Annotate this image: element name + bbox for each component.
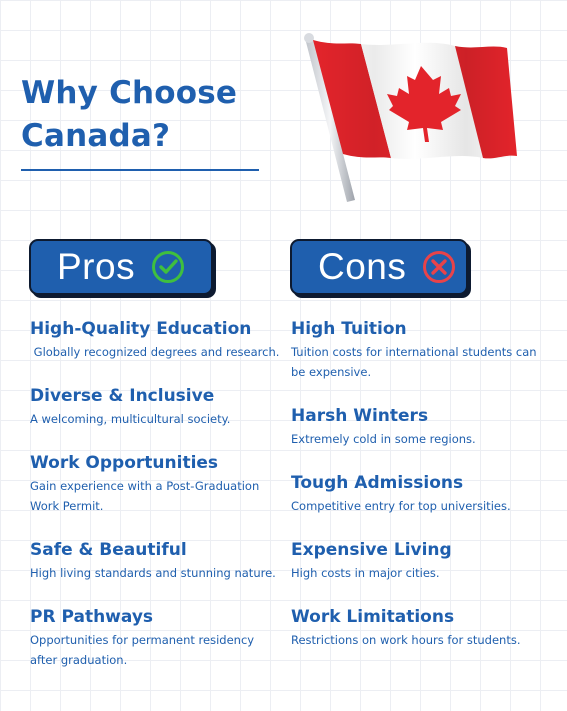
item-title: Work Limitations bbox=[291, 607, 455, 627]
pros-label: Pros bbox=[57, 246, 136, 287]
item-title: Safe & Beautiful bbox=[30, 540, 187, 560]
cons-item-work-limits: Work Limitations Restrictions on work ho… bbox=[291, 606, 541, 650]
item-description: Opportunities for permanent residency af… bbox=[30, 633, 258, 667]
item-title: Diverse & Inclusive bbox=[30, 386, 215, 406]
page-title: Why Choose Canada? bbox=[21, 72, 237, 158]
item-description: Extremely cold in some regions. bbox=[291, 432, 476, 446]
item-description: Tuition costs for international students… bbox=[291, 345, 541, 379]
cons-item-living: Expensive Living High costs in major cit… bbox=[291, 539, 541, 583]
x-circle-icon bbox=[423, 251, 456, 283]
item-description: A welcoming, multicultural society. bbox=[30, 412, 231, 426]
check-circle-icon bbox=[152, 251, 185, 283]
cons-item-admissions: Tough Admissions Competitive entry for t… bbox=[291, 472, 541, 516]
pros-item-education: High-Quality Education Globally recogniz… bbox=[30, 318, 280, 362]
canada-flag-icon bbox=[304, 33, 517, 202]
item-description: Restrictions on work hours for students. bbox=[291, 633, 521, 647]
cons-list: High Tuition Tuition costs for internati… bbox=[291, 318, 541, 673]
pros-item-safety: Safe & Beautiful High living standards a… bbox=[30, 539, 280, 583]
item-description: Gain experience with a Post-Graduation W… bbox=[30, 479, 263, 513]
pros-item-pr: PR Pathways Opportunities for permanent … bbox=[30, 606, 280, 670]
item-title: Work Opportunities bbox=[30, 453, 219, 473]
item-description: High living standards and stunning natur… bbox=[30, 566, 276, 580]
cons-header: Cons bbox=[290, 239, 468, 295]
item-description: Competitive entry for top universities. bbox=[291, 499, 511, 513]
item-title: High-Quality Education bbox=[30, 319, 252, 339]
item-description: Globally recognized degrees and research… bbox=[30, 345, 280, 359]
item-description: High costs in major cities. bbox=[291, 566, 440, 580]
title-underline bbox=[21, 169, 259, 171]
title-line-2: Canada? bbox=[21, 118, 171, 154]
cons-label: Cons bbox=[318, 246, 407, 287]
pros-item-work: Work Opportunities Gain experience with … bbox=[30, 452, 280, 516]
item-title: Harsh Winters bbox=[291, 406, 429, 426]
title-line-1: Why Choose bbox=[21, 75, 238, 111]
cons-item-winters: Harsh Winters Extremely cold in some reg… bbox=[291, 405, 541, 449]
cons-item-tuition: High Tuition Tuition costs for internati… bbox=[291, 318, 541, 382]
item-title: Tough Admissions bbox=[291, 473, 464, 493]
item-title: PR Pathways bbox=[30, 607, 154, 627]
item-title: Expensive Living bbox=[291, 540, 452, 560]
item-title: High Tuition bbox=[291, 319, 407, 339]
pros-header: Pros bbox=[29, 239, 213, 295]
pros-list: High-Quality Education Globally recogniz… bbox=[30, 318, 280, 693]
pros-item-diversity: Diverse & Inclusive A welcoming, multicu… bbox=[30, 385, 280, 429]
